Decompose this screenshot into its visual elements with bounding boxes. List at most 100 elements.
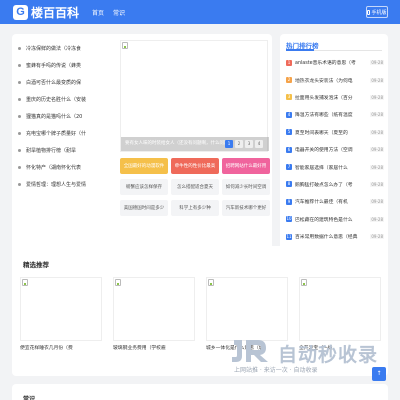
article-list-item[interactable]: 狸猫真的是猫吗什么（20 — [18, 108, 118, 125]
featured-item[interactable]: 玻璃钢业务费用（学校雇 — [113, 277, 195, 359]
watermark-logo-icon — [232, 340, 268, 362]
featured-item[interactable]: 便宜花样睡衣几月份（费 — [20, 277, 102, 359]
rank-title: 汽车推荐什么最佳（有机 — [295, 200, 348, 206]
quick-tag[interactable]: 牵牛性的性价比最高 — [171, 158, 219, 174]
quick-tag[interactable]: 如何减少长时间空调 — [222, 179, 270, 195]
hot-ranking-card: 热门排行榜 1 anlaste音乐术语的意思（考 09-28 2 地热衣龙头安装法（为何… — [280, 34, 388, 256]
article-title: 爱情哲理：理想人生与爱情 — [26, 182, 87, 188]
article-list-item[interactable]: 白酒可否什么最变质的保 — [18, 74, 118, 91]
hot-ranking-list: 1 anlaste音乐术语的意思（考 09-28 2 地热衣龙头安装法（为何电 09-28… — [286, 54, 384, 245]
quick-tag[interactable]: 美国德国时间是多少 — [120, 200, 168, 216]
article-title: 冷冻保鲜的做法（冷冻食 — [26, 46, 82, 52]
broken-image-icon — [122, 42, 128, 49]
logo-text: 楼百百科 — [31, 5, 80, 20]
quick-tag-grid: 全国最好的动漫软件 牵牛性的性价比最高 招聘网站什么最好用 螃蟹应该怎样保存 怎… — [120, 158, 272, 216]
rank-title: 百米常用数据什么意思（经典 — [295, 235, 358, 241]
featured-title: 精选推荐 — [23, 261, 49, 269]
featured-image — [20, 277, 102, 341]
rank-title: 智能家居选择（家居什么 — [295, 165, 348, 171]
bullet-icon — [18, 132, 21, 135]
image-carousel[interactable]: 要有女人味的时装给女人（还没有问题啊，什么问题 1 2 3 4 — [120, 40, 269, 152]
tips-section-title: 常识 — [23, 396, 36, 400]
carousel-pagination: 1 2 3 4 — [225, 140, 263, 148]
article-title: 充电宝哪个牌子质量好（什 — [26, 131, 87, 137]
phone-icon — [367, 9, 371, 15]
carousel-page-button[interactable]: 2 — [235, 140, 243, 148]
rank-title: 夏至时间表哪天（夏至的 — [295, 130, 348, 136]
rank-number-badge: 5 — [286, 129, 292, 136]
article-title: 重庆的历史名胜什么（安装 — [26, 97, 87, 103]
quick-tag[interactable]: 汽车新技术哪个更好 — [222, 200, 270, 216]
bullet-icon — [18, 183, 21, 186]
quick-tag[interactable]: 全国最好的动漫软件 — [120, 158, 168, 174]
hot-ranking-item[interactable]: 1 anlaste音乐术语的意思（考 09-28 — [286, 54, 384, 71]
rank-number-badge: 4 — [286, 111, 292, 118]
main-content-card: 冷冻保鲜的做法（冷冻食 蜜蜂有手吗的传说（蜂类 白酒可否什么最变质的保 重庆的历… — [12, 34, 272, 256]
mobile-version-button[interactable]: 手机版 — [366, 6, 388, 18]
site-header: G 楼百百科 首页 常识 手机版 — [0, 0, 400, 24]
broken-image-icon — [301, 279, 307, 286]
carousel-page-button[interactable]: 4 — [255, 140, 263, 148]
quick-tag[interactable]: 招聘网站什么最好用 — [222, 158, 270, 174]
hot-ranking-item[interactable]: 9 汽车推荐什么最佳（有机 09-28 — [286, 193, 384, 210]
broken-image-icon — [22, 279, 28, 286]
hot-ranking-item[interactable]: 11 百米常用数据什么意思（经典 09-28 — [286, 228, 384, 245]
rank-date: 09-28 — [370, 129, 384, 135]
nav-tips-link[interactable]: 常识 — [113, 8, 125, 17]
carousel-page-button[interactable]: 3 — [245, 140, 253, 148]
bullet-icon — [18, 81, 21, 84]
article-title: 耐旱植物排行榜（耐旱 — [26, 148, 77, 154]
article-list-item[interactable]: 重庆的历史名胜什么（安装 — [18, 91, 118, 108]
rank-title: 鹅胸猛打破点怎么办了（考 — [295, 182, 353, 188]
carousel-page-button[interactable]: 1 — [225, 140, 233, 148]
hot-ranking-item[interactable]: 5 夏至时间表哪天（夏至的 09-28 — [286, 124, 384, 141]
rank-date: 09-28 — [370, 164, 384, 170]
article-list-item[interactable]: 怀化特产（湖南怀化代表 — [18, 159, 118, 176]
rank-number-badge: 11 — [286, 233, 292, 240]
bullet-icon — [18, 149, 21, 152]
article-list-item[interactable]: 爱情哲理：理想人生与爱情 — [18, 176, 118, 193]
rank-date: 09-28 — [370, 216, 384, 222]
rank-date: 09-28 — [370, 199, 384, 205]
bullet-icon — [18, 47, 21, 50]
broken-image-icon — [115, 279, 121, 286]
rank-date: 09-28 — [370, 60, 384, 66]
hot-ranking-item[interactable]: 2 地热衣龙头安装法（为何电 09-28 — [286, 71, 384, 88]
article-list-item[interactable]: 蜜蜂有手吗的传说（蜂类 — [18, 57, 118, 74]
nav-home-link[interactable]: 首页 — [92, 8, 104, 17]
featured-image — [299, 277, 381, 341]
rank-number-badge: 8 — [286, 181, 292, 188]
rank-number-badge: 10 — [286, 216, 292, 223]
rank-date: 09-28 — [370, 112, 384, 118]
article-list: 冷冻保鲜的做法（冷冻食 蜜蜂有手吗的传说（蜂类 白酒可否什么最变质的保 重庆的历… — [18, 40, 118, 193]
hot-ranking-item[interactable]: 3 拉面用头发捕发泡沫（百分 09-28 — [286, 89, 384, 106]
hot-ranking-item[interactable]: 7 智能家居选择（家居什么 09-28 — [286, 158, 384, 175]
article-list-item[interactable]: 充电宝哪个牌子质量好（什 — [18, 125, 118, 142]
hot-ranking-item[interactable]: 6 电器开关的使用方法（空调 09-28 — [286, 141, 384, 158]
rank-date: 09-28 — [370, 234, 384, 240]
article-list-item[interactable]: 耐旱植物排行榜（耐旱 — [18, 142, 118, 159]
rank-title: 电器开关的使用方法（空调 — [295, 148, 353, 154]
hot-ranking-item[interactable]: 8 鹅胸猛打破点怎么办了（考 09-28 — [286, 176, 384, 193]
bullet-icon — [18, 64, 21, 67]
quick-tag[interactable]: 怎么搭配适合夏天 — [171, 179, 219, 195]
article-title: 狸猫真的是猫吗什么（20 — [26, 114, 83, 120]
rank-date: 09-28 — [370, 147, 384, 153]
article-title: 怀化特产（湖南怀化代表 — [26, 165, 82, 171]
bullet-icon — [18, 166, 21, 169]
rank-date: 09-28 — [370, 181, 384, 187]
site-logo[interactable]: G 楼百百科 — [13, 4, 79, 20]
rank-number-badge: 3 — [286, 94, 292, 101]
logo-mark-icon: G — [13, 4, 28, 20]
mobile-version-label: 手机版 — [371, 9, 387, 16]
hot-ranking-item[interactable]: 4 降温方法有哪些（纸有温度 09-28 — [286, 106, 384, 123]
hot-ranking-item[interactable]: 10 巴松藏在的建筑特色是什么 09-28 — [286, 211, 384, 228]
quick-tag[interactable]: 螃蟹应该怎样保存 — [120, 179, 168, 195]
featured-image — [206, 277, 288, 341]
featured-caption: 便宜花样睡衣几月份（费 — [20, 346, 73, 351]
title-accent — [286, 49, 314, 51]
article-list-item[interactable]: 冷冻保鲜的做法（冷冻食 — [18, 40, 118, 57]
quick-tag[interactable]: 科学上有多少种 — [171, 200, 219, 216]
rank-number-badge: 9 — [286, 198, 292, 205]
scroll-to-top-button[interactable]: ↑ — [372, 367, 386, 381]
